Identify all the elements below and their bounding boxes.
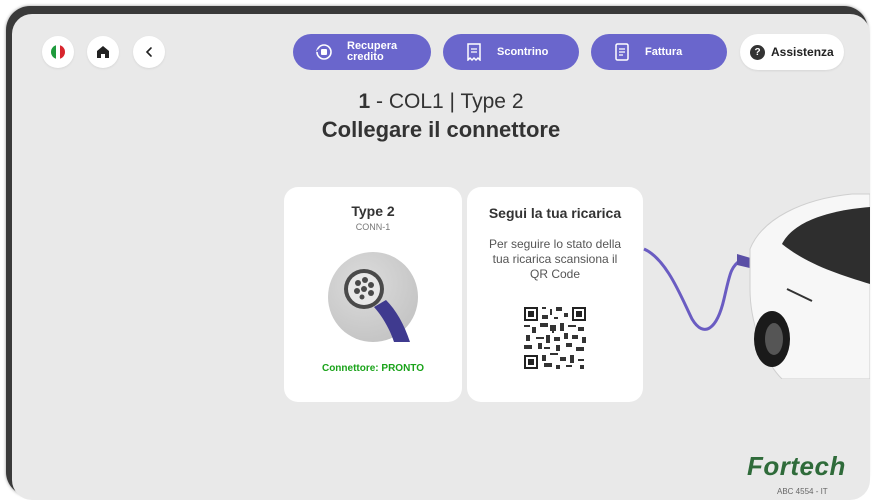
fattura-label: Fattura [645,46,683,58]
it-flag-icon [51,45,65,59]
assistenza-label: Assistenza [771,45,834,59]
brand-logo: Fortech [747,451,846,481]
assistenza-button[interactable]: ? Assistenza [740,34,844,70]
station-heading: 1 - COL1 | Type 2 [12,90,870,114]
qr-code [522,305,588,371]
recupera-label-2: credito [347,51,384,63]
tracking-title: Segui la tua ricarica [488,205,622,221]
tracking-text: Per seguire lo stato della tua ricarica … [488,237,622,281]
help-icon: ? [750,44,765,60]
refund-icon [315,43,333,61]
page-title: Collegare il connettore [321,117,561,142]
device-serial: ABC 4554 - IT [777,487,828,496]
back-button[interactable] [133,36,165,68]
recupera-credito-button[interactable]: Recupera credito [293,34,431,70]
language-button[interactable] [42,36,74,68]
scontrino-label: Scontrino [497,46,549,58]
connector-card: Type 2 CONN-1 Connettore: PRONTO [284,187,462,402]
home-icon [97,46,109,58]
scontrino-button[interactable]: Scontrino [443,34,579,70]
home-button[interactable] [87,36,119,68]
connector-type: Type 2 [351,203,395,219]
car-illustration [643,193,870,379]
connector-image [328,252,418,342]
connector-code: CONN-1 [355,222,391,232]
station-info: - COL1 | Type 2 [370,90,524,113]
receipt-icon [465,43,483,61]
invoice-icon [613,43,631,61]
station-number: 1 [358,90,371,113]
kiosk-screen: Recupera credito Scontrino Fattura ? Ass… [12,14,870,500]
tracking-card: Segui la tua ricarica Per seguire lo sta… [467,187,643,402]
fattura-button[interactable]: Fattura [591,34,727,70]
charging-cable [643,247,743,331]
chevron-left-icon [145,47,152,57]
connector-status: Connettore: PRONTO [321,363,425,374]
